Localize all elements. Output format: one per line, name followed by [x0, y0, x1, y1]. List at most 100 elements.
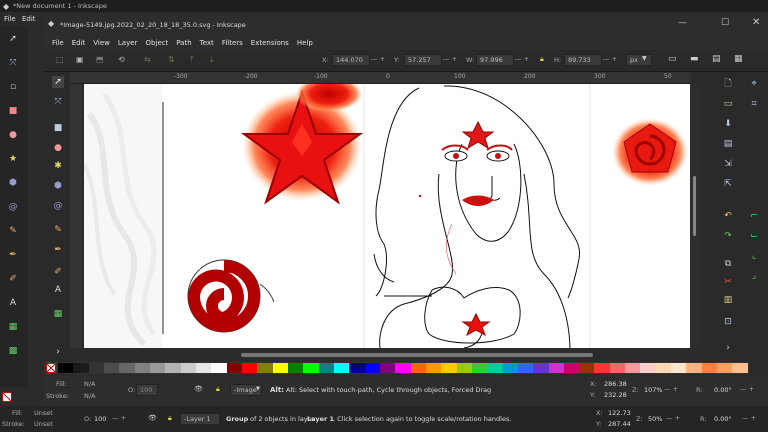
- color-swatch[interactable]: [686, 363, 702, 373]
- star-tool-icon[interactable]: ★: [7, 153, 19, 165]
- text-tool-icon[interactable]: A: [52, 284, 64, 296]
- h-field[interactable]: 89.733: [564, 54, 602, 66]
- w-stepper[interactable]: — +: [515, 55, 529, 63]
- x-stepper[interactable]: — +: [371, 55, 385, 63]
- color-swatch[interactable]: [333, 363, 350, 373]
- gradient-tool-icon[interactable]: ▦: [52, 308, 64, 320]
- rotate-ccw-icon[interactable]: ⟲: [118, 55, 125, 64]
- 3dbox-tool-icon[interactable]: ⬢: [7, 177, 19, 189]
- more-icon[interactable]: ›: [722, 342, 734, 354]
- outer-zoom-stepper[interactable]: — +: [666, 414, 680, 422]
- outer-layer-select[interactable]: -Layer 1: [180, 413, 220, 425]
- color-swatch[interactable]: [257, 363, 273, 373]
- pencil-tool-icon[interactable]: ✎: [52, 224, 64, 236]
- color-swatch[interactable]: [655, 363, 672, 373]
- menu-help[interactable]: Help: [297, 36, 313, 50]
- unit-select[interactable]: px: [626, 54, 652, 66]
- snap-icon[interactable]: ⌖: [748, 78, 760, 90]
- node-tool-icon[interactable]: ⤧: [7, 57, 19, 69]
- color-swatch[interactable]: [211, 363, 227, 373]
- spiral-tool-icon[interactable]: @: [52, 200, 64, 212]
- fill-value[interactable]: N/A: [84, 380, 96, 388]
- color-swatch[interactable]: [594, 363, 610, 373]
- no-paint-swatch[interactable]: [46, 363, 56, 373]
- outer-opacity-value[interactable]: 100: [94, 415, 106, 423]
- color-swatch[interactable]: [165, 363, 181, 373]
- color-swatch[interactable]: [395, 363, 411, 373]
- color-swatch[interactable]: [349, 363, 365, 373]
- calligraphy-tool-icon[interactable]: ✐: [7, 273, 19, 285]
- stroke-value[interactable]: N/A: [84, 392, 96, 400]
- save-icon[interactable]: ⬇: [722, 118, 734, 130]
- scrollbar-thumb[interactable]: [693, 176, 696, 236]
- color-swatch[interactable]: [609, 363, 626, 373]
- menu-extensions[interactable]: Extensions: [251, 36, 289, 50]
- color-swatch[interactable]: [241, 363, 258, 373]
- node-tool-icon[interactable]: ⤧: [52, 96, 64, 108]
- paste-icon[interactable]: ▥: [722, 294, 734, 306]
- flip-h-icon[interactable]: ⇆: [144, 55, 151, 64]
- snap-cusp-icon[interactable]: ⌞: [748, 250, 760, 262]
- eye-icon[interactable]: 👁︎: [148, 414, 157, 422]
- color-swatch[interactable]: [579, 363, 595, 373]
- export-icon[interactable]: ⇱: [722, 178, 734, 190]
- transform-gradient-icon[interactable]: ▤: [712, 54, 721, 64]
- selector-tool-icon[interactable]: ➚: [52, 76, 64, 88]
- menu-text[interactable]: Text: [200, 36, 214, 50]
- horizontal-scrollbar-thumb[interactable]: [241, 353, 593, 357]
- print-icon[interactable]: ▤: [722, 138, 734, 150]
- rotate-stepper[interactable]: — +: [740, 385, 754, 393]
- color-swatch[interactable]: [364, 363, 380, 373]
- outer-menu-file[interactable]: File: [4, 12, 16, 26]
- h-stepper[interactable]: — +: [603, 55, 617, 63]
- zoom-value[interactable]: 107%: [644, 386, 663, 394]
- raise-icon[interactable]: ⤒: [190, 55, 194, 65]
- spiral-tool-icon[interactable]: @: [7, 201, 19, 213]
- select-all-layers-icon[interactable]: ▣: [76, 55, 84, 64]
- color-swatch[interactable]: [58, 363, 74, 373]
- color-swatch[interactable]: [441, 363, 457, 373]
- color-swatch[interactable]: [487, 363, 503, 373]
- rect-tool-icon[interactable]: ■: [7, 105, 19, 117]
- snap-paths-icon[interactable]: ⌙: [748, 230, 760, 242]
- undo-icon[interactable]: ↶: [722, 210, 734, 222]
- rect-tool-icon[interactable]: ■: [52, 122, 64, 134]
- calligraphy-tool-icon[interactable]: ✐: [52, 266, 64, 278]
- color-swatch[interactable]: [149, 363, 166, 373]
- circle-tool-icon[interactable]: ●: [52, 142, 64, 154]
- pen-tool-icon[interactable]: ✒: [7, 249, 19, 261]
- canvas[interactable]: [84, 84, 690, 348]
- color-swatch[interactable]: [701, 363, 718, 373]
- circle-tool-icon[interactable]: ●: [7, 129, 19, 141]
- open-icon[interactable]: ▭: [722, 98, 734, 110]
- color-swatch[interactable]: [517, 363, 534, 373]
- color-swatch[interactable]: [73, 363, 89, 373]
- outer-zoom[interactable]: 50%: [648, 415, 662, 423]
- color-swatch[interactable]: [303, 363, 319, 373]
- color-swatch[interactable]: [425, 363, 442, 373]
- snap-bbox-icon[interactable]: ⌗: [748, 98, 760, 110]
- menu-view[interactable]: View: [93, 36, 110, 50]
- y-stepper[interactable]: — +: [443, 55, 457, 63]
- color-swatch[interactable]: [119, 363, 135, 373]
- color-swatch[interactable]: [533, 363, 549, 373]
- color-swatch[interactable]: [103, 363, 120, 373]
- outer-menu-edit[interactable]: Edit: [22, 12, 36, 26]
- color-swatch[interactable]: [548, 363, 564, 373]
- redo-icon[interactable]: ↷: [722, 230, 734, 242]
- select-all-icon[interactable]: ⬚: [56, 55, 64, 64]
- color-swatch[interactable]: [180, 363, 196, 373]
- 3dbox-tool-icon[interactable]: ⬢: [52, 180, 64, 192]
- menu-edit[interactable]: Edit: [72, 36, 86, 50]
- zoom-tool-icon[interactable]: ▫: [7, 81, 19, 93]
- color-swatch[interactable]: [226, 363, 242, 373]
- rotate-value[interactable]: 0.00°: [714, 386, 732, 394]
- lock-icon[interactable]: 🔒︎: [168, 414, 172, 423]
- x-field[interactable]: 144.070: [332, 54, 370, 66]
- w-field[interactable]: 97.996: [476, 54, 514, 66]
- menu-file[interactable]: File: [52, 36, 64, 50]
- close-icon[interactable]: ✕: [752, 17, 760, 28]
- cut-icon[interactable]: ✂: [722, 276, 734, 288]
- import-icon[interactable]: ⇲: [722, 158, 734, 170]
- menu-path[interactable]: Path: [176, 36, 191, 50]
